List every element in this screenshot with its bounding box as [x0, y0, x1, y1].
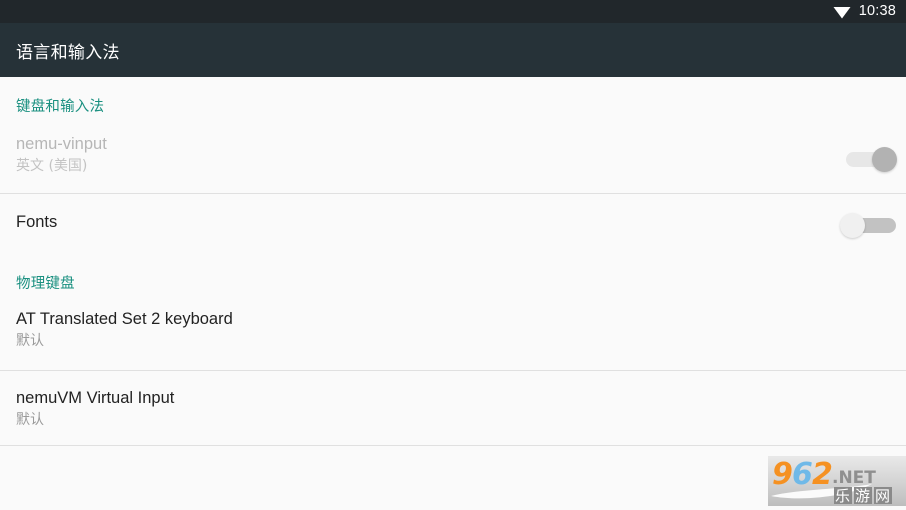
section-header-keyboard-and-input: 键盘和输入法	[16, 99, 105, 115]
list-item-text: nemu-vinput 英文 (美国)	[16, 135, 107, 174]
svg-text:乐: 乐	[835, 487, 850, 505]
toggle-knob	[872, 147, 897, 172]
settings-list[interactable]: 键盘和输入法 nemu-vinput 英文 (美国) Fonts 物理键盘 AT…	[0, 77, 906, 510]
list-item-subtitle: 默认	[16, 332, 44, 349]
svg-text:2: 2	[812, 457, 833, 492]
list-item-title: Fonts	[16, 213, 58, 231]
list-item-text: nemuVM Virtual Input 默认	[16, 389, 174, 428]
list-item-title: nemuVM Virtual Input	[16, 389, 175, 407]
wifi-icon	[833, 6, 851, 18]
toggle-fonts[interactable]	[840, 211, 896, 239]
list-item-subtitle: 英文 (美国)	[16, 157, 88, 174]
page-title: 语言和输入法	[16, 42, 120, 63]
watermark-962net: 9 6 2 .NET 乐 游 网	[768, 456, 906, 506]
list-item-title: nemu-vinput	[16, 135, 107, 153]
toggle-nemu-vinput[interactable]	[846, 145, 902, 173]
status-bar-clock: 10:38	[858, 3, 896, 20]
watermark-logo-icon: 9 6 2 .NET 乐 游 网	[771, 457, 892, 505]
list-item-text: Fonts	[16, 213, 57, 232]
divider	[0, 445, 906, 446]
list-item-at-translated-set-2-keyboard[interactable]: AT Translated Set 2 keyboard 默认	[0, 305, 906, 370]
section-header-physical-keyboard: 物理键盘	[16, 276, 75, 292]
list-item-text: AT Translated Set 2 keyboard 默认	[16, 310, 233, 349]
toggle-knob	[840, 213, 865, 238]
list-item-subtitle: 默认	[16, 411, 44, 428]
svg-text:游: 游	[855, 487, 870, 505]
svg-text:网: 网	[875, 487, 890, 505]
list-item-title: AT Translated Set 2 keyboard	[16, 310, 233, 328]
list-item-fonts[interactable]: Fonts	[0, 194, 906, 256]
list-item-nemu-vinput[interactable]: nemu-vinput 英文 (美国)	[0, 131, 906, 193]
list-item-nemuvm-virtual-input[interactable]: nemuVM Virtual Input 默认	[0, 371, 906, 445]
status-bar: 10:38	[0, 0, 906, 23]
svg-text:6: 6	[792, 457, 813, 492]
action-bar: 语言和输入法	[0, 23, 906, 77]
svg-text:9: 9	[772, 457, 793, 492]
android-settings-screen: 10:38 语言和输入法 键盘和输入法 nemu-vinput 英文 (美国) …	[0, 0, 906, 510]
